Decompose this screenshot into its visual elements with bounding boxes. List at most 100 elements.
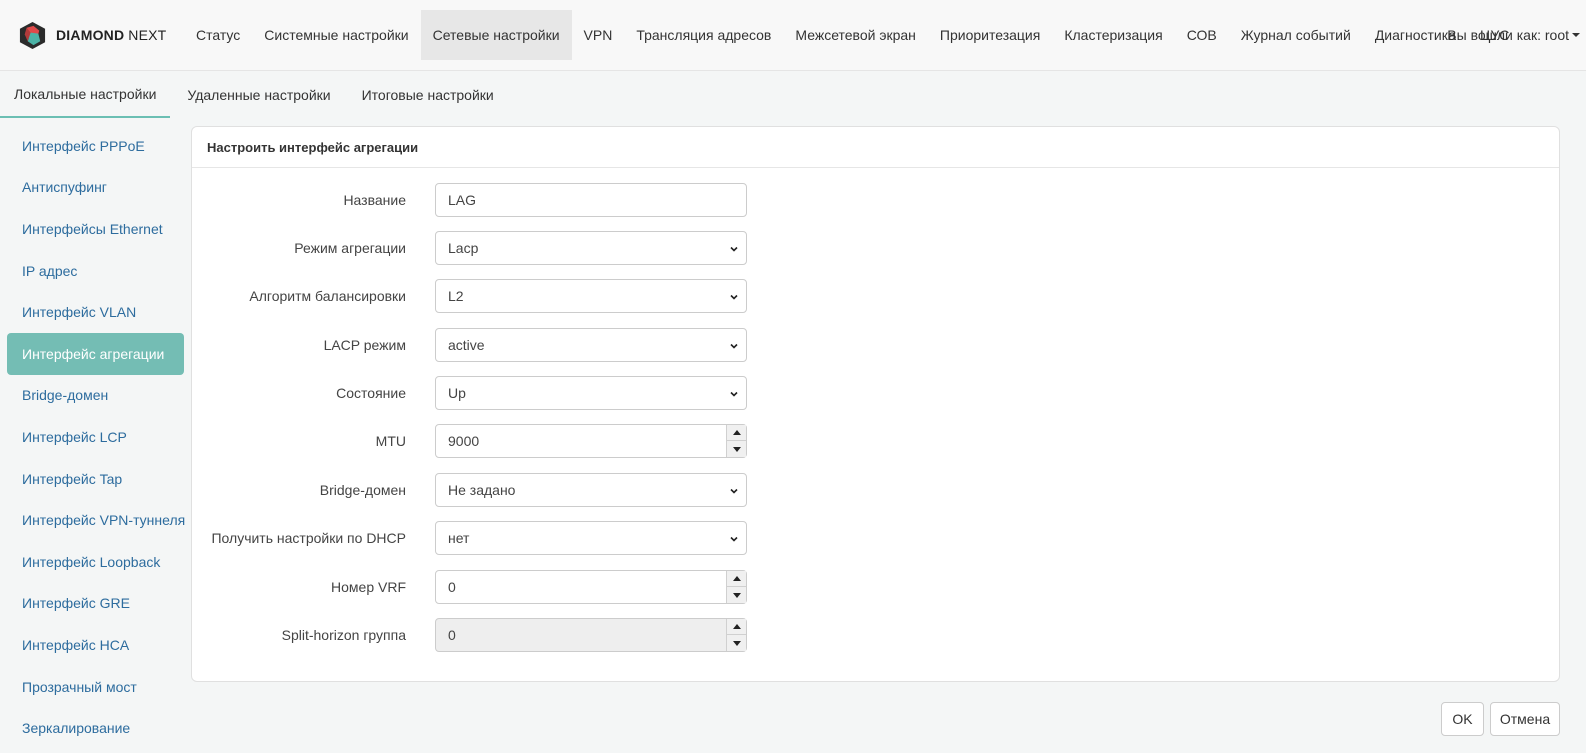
aggregation-mode-select[interactable]: Lacp	[435, 231, 747, 265]
lacp-mode-label: LACP режим	[323, 337, 406, 353]
nav-item-nat[interactable]: Трансляция адресов	[624, 10, 783, 60]
tab-remote-settings[interactable]: Удаленные настройки	[170, 72, 347, 118]
nav-item-system-settings[interactable]: Системные настройки	[252, 10, 420, 60]
vrf-decrement-button[interactable]	[727, 587, 746, 603]
ok-button[interactable]: OK	[1441, 702, 1484, 736]
bridge-domain-value: Не задано	[448, 482, 516, 498]
chevron-down-icon	[730, 488, 738, 494]
split-horizon-value: 0	[448, 627, 456, 643]
panel-title: Настроить интерфейс агрегации	[192, 127, 1559, 168]
vrf-increment-button[interactable]	[727, 571, 746, 587]
form-row-dhcp: Получить настройки по DHCP нет	[192, 521, 752, 555]
sidebar-item-lcp[interactable]: Интерфейс LCP	[7, 416, 184, 458]
sidebar-item-pppoe[interactable]: Интерфейс PPPoE	[7, 125, 184, 167]
name-label: Название	[343, 192, 406, 208]
user-menu[interactable]: Вы вошли как: root	[1447, 10, 1580, 60]
sidebar-item-vpn-tunnel[interactable]: Интерфейс VPN-туннеля	[7, 499, 185, 541]
form-row-lacp-mode: LACP режим active	[192, 328, 752, 362]
sidebar-item-vlan[interactable]: Интерфейс VLAN	[7, 291, 184, 333]
chevron-down-icon	[730, 391, 738, 397]
vrf-value: 0	[448, 579, 456, 595]
form-row-split-horizon: Split-horizon группа 0	[192, 618, 752, 652]
name-input[interactable]: LAG	[435, 183, 747, 217]
chevron-down-icon	[730, 294, 738, 300]
form-row-state: Состояние Up	[192, 376, 752, 410]
top-navbar: DIAMOND NEXT Статус Системные настройки С…	[0, 0, 1586, 71]
dhcp-label: Получить настройки по DHCP	[211, 530, 406, 546]
sidebar-item-tap[interactable]: Интерфейс Tap	[7, 458, 184, 500]
triangle-up-icon	[732, 430, 741, 435]
name-value: LAG	[448, 192, 477, 208]
sidebar-item-hca[interactable]: Интерфейс HCA	[7, 624, 184, 666]
chevron-down-icon	[730, 536, 738, 542]
triangle-down-icon	[732, 640, 741, 646]
split-horizon-stepper	[726, 619, 746, 651]
nav-item-event-log[interactable]: Журнал событий	[1229, 10, 1363, 60]
sidebar-item-bridge-domain[interactable]: Bridge-домен	[7, 375, 184, 417]
bridge-domain-select[interactable]: Не задано	[435, 473, 747, 507]
balancing-algorithm-label: Алгоритм балансировки	[249, 288, 406, 304]
form-row-balancing-algorithm: Алгоритм балансировки L2	[192, 279, 752, 313]
triangle-down-icon	[732, 592, 741, 598]
mtu-increment-button[interactable]	[727, 425, 746, 441]
lacp-mode-value: active	[448, 337, 485, 353]
triangle-up-icon	[732, 624, 741, 629]
diamond-logo-icon	[19, 21, 46, 49]
split-horizon-decrement-button[interactable]	[727, 635, 746, 651]
tab-local-settings[interactable]: Локальные настройки	[0, 72, 171, 118]
split-horizon-label: Split-horizon группа	[281, 627, 406, 643]
dhcp-select[interactable]: нет	[435, 521, 747, 555]
sidebar-item-loopback[interactable]: Интерфейс Loopback	[7, 541, 184, 583]
sidebar-item-transparent-bridge[interactable]: Прозрачный мост	[7, 666, 184, 708]
vrf-input[interactable]: 0	[435, 570, 747, 604]
tab-summary-settings[interactable]: Итоговые настройки	[348, 72, 508, 118]
mtu-decrement-button[interactable]	[727, 441, 746, 457]
nav-item-clustering[interactable]: Кластеризация	[1052, 10, 1174, 60]
aggregation-settings-panel: Настроить интерфейс агрегации Название L…	[191, 126, 1560, 682]
split-horizon-input[interactable]: 0	[435, 618, 747, 652]
mtu-stepper	[726, 425, 746, 457]
nav-item-network-settings[interactable]: Сетевые настройки	[420, 10, 572, 60]
sidebar: Интерфейс PPPoE Антиспуфинг Интерфейсы E…	[7, 125, 185, 749]
form-row-aggregation-mode: Режим агрегации Lacp	[192, 231, 752, 265]
balancing-algorithm-select[interactable]: L2	[435, 279, 747, 313]
aggregation-mode-value: Lacp	[448, 240, 479, 256]
sidebar-item-mirroring[interactable]: Зеркалирование	[7, 707, 184, 749]
state-select[interactable]: Up	[435, 376, 747, 410]
sidebar-item-antispoofing[interactable]: Антиспуфинг	[7, 167, 184, 209]
aggregation-mode-label: Режим агрегации	[294, 240, 406, 256]
form-row-mtu: MTU 9000	[192, 424, 752, 458]
split-horizon-increment-button[interactable]	[727, 619, 746, 635]
sidebar-item-ethernet[interactable]: Интерфейсы Ethernet	[7, 208, 184, 250]
cancel-button[interactable]: Отмена	[1490, 702, 1560, 736]
nav-item-prioritization[interactable]: Приоритезация	[928, 10, 1052, 60]
state-label: Состояние	[336, 385, 406, 401]
nav-item-ids[interactable]: СОВ	[1175, 10, 1229, 60]
settings-tabs: Локальные настройки Удаленные настройки …	[0, 72, 1586, 118]
triangle-up-icon	[732, 576, 741, 581]
dhcp-value: нет	[448, 530, 470, 546]
nav-item-status[interactable]: Статус	[184, 10, 252, 60]
lacp-mode-select[interactable]: active	[435, 328, 747, 362]
mtu-label: MTU	[375, 433, 406, 449]
nav-item-firewall[interactable]: Межсетевой экран	[783, 10, 928, 60]
form-row-bridge-domain: Bridge-домен Не задано	[192, 473, 752, 507]
form-row-name: Название LAG	[192, 183, 752, 217]
state-value: Up	[448, 385, 466, 401]
chevron-down-icon	[730, 246, 738, 252]
vrf-stepper	[726, 571, 746, 603]
chevron-down-icon	[730, 343, 738, 349]
brand-name: DIAMOND NEXT	[56, 27, 167, 43]
main-menu: Статус Системные настройки Сетевые настр…	[184, 10, 1521, 60]
sidebar-item-aggregation[interactable]: Интерфейс агрегации	[7, 332, 184, 375]
sidebar-item-gre[interactable]: Интерфейс GRE	[7, 583, 184, 625]
sidebar-item-ip-address[interactable]: IP адрес	[7, 250, 184, 292]
bridge-domain-label: Bridge-домен	[319, 482, 406, 498]
triangle-down-icon	[732, 446, 741, 452]
mtu-input[interactable]: 9000	[435, 424, 747, 458]
nav-item-vpn[interactable]: VPN	[572, 10, 625, 60]
brand[interactable]: DIAMOND NEXT	[18, 20, 166, 50]
vrf-label: Номер VRF	[331, 579, 406, 595]
balancing-algorithm-value: L2	[448, 288, 464, 304]
form-row-vrf: Номер VRF 0	[192, 570, 752, 604]
